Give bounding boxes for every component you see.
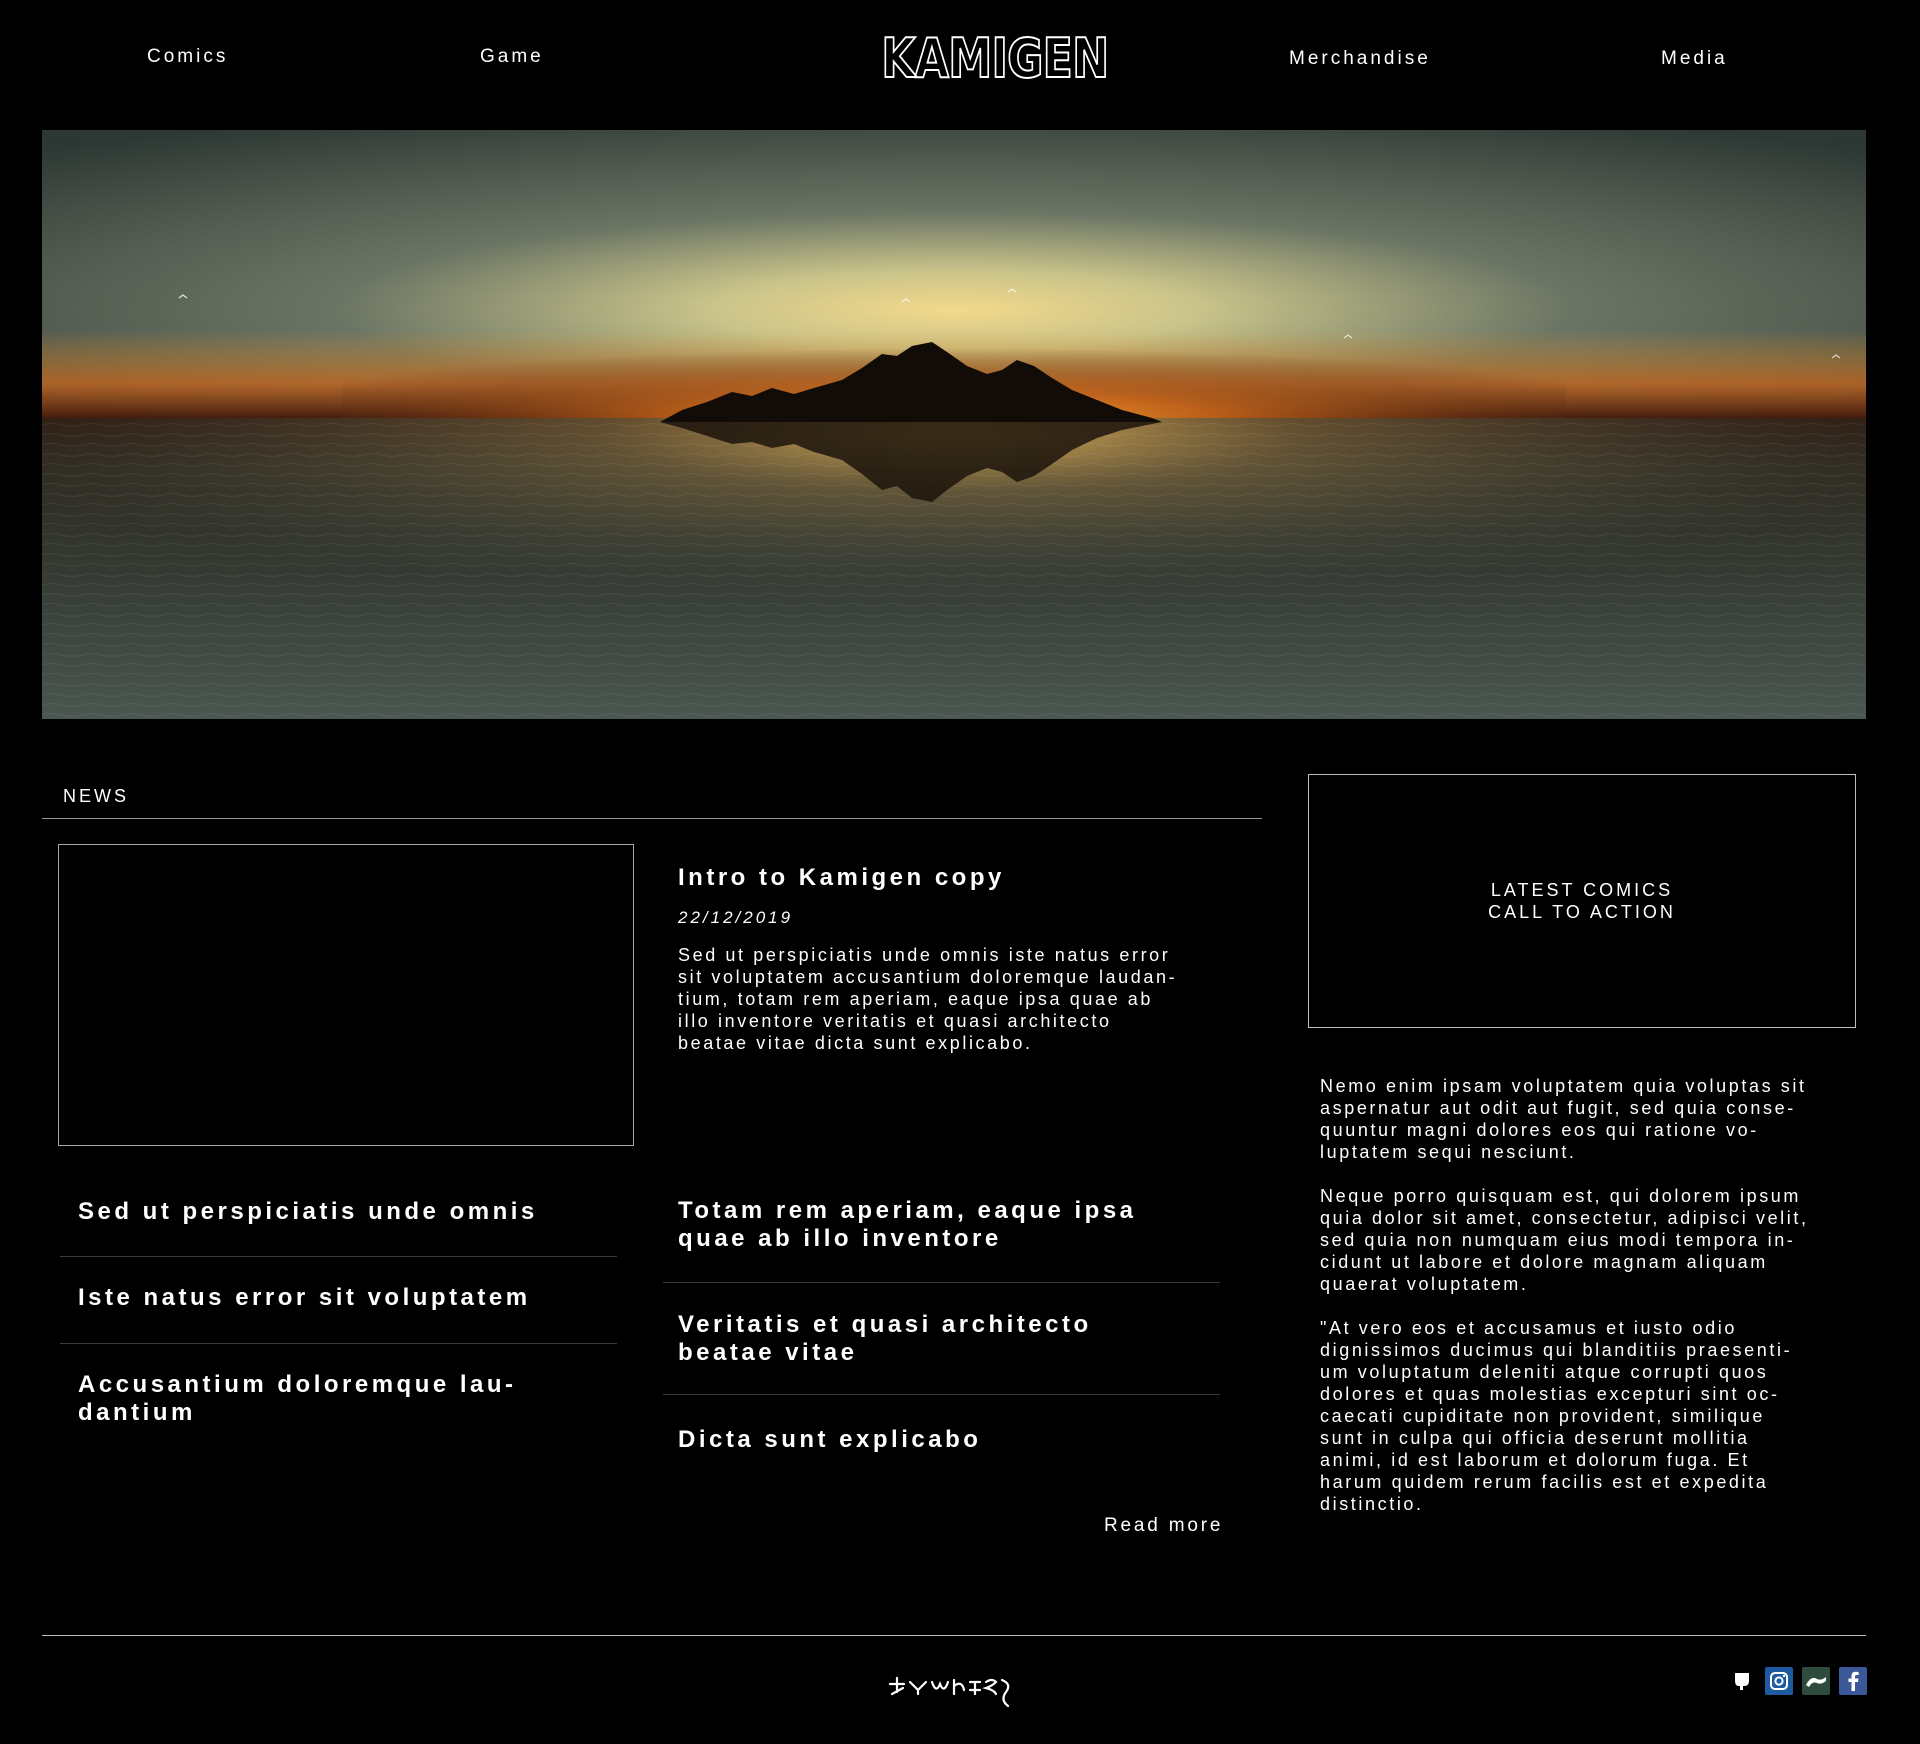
news-feature-title[interactable]: Intro to Kamigen copy [678, 864, 1005, 892]
read-more-link[interactable]: Read more [1104, 1515, 1223, 1537]
list-separator [60, 1256, 617, 1257]
instagram-icon [1770, 1672, 1788, 1690]
facebook-link[interactable] [1839, 1667, 1867, 1695]
news-list-item[interactable]: Sed ut perspiciatis unde omnis [78, 1198, 538, 1226]
nav-link-merchandise[interactable]: Merchandise [1289, 48, 1431, 70]
list-separator [663, 1394, 1220, 1395]
list-separator [60, 1343, 617, 1344]
footer-divider [42, 1635, 1866, 1636]
news-divider [42, 818, 1262, 819]
news-feature-body: Sed ut perspiciatis unde omnis iste natu… [678, 945, 1178, 1053]
news-list-item[interactable]: Dicta sunt explicabo [678, 1426, 981, 1454]
nav-link-media[interactable]: Media [1661, 48, 1728, 70]
sidebar-paragraph: Nemo enim ipsam voluptatem quia voluptas… [1320, 1076, 1807, 1162]
nav-link-comics[interactable]: Comics [147, 46, 228, 68]
footer-logo-glyphs[interactable] [888, 1670, 1018, 1710]
news-section-label: NEWS [63, 786, 129, 806]
patreon-link[interactable] [1728, 1667, 1756, 1695]
news-feature-image-placeholder[interactable] [58, 844, 634, 1146]
facebook-icon [1848, 1671, 1859, 1691]
list-separator [663, 1282, 1220, 1283]
latest-comics-cta[interactable]: LATEST COMICS CALL TO ACTION [1308, 774, 1856, 1028]
news-list-item[interactable]: Veritatis et quasi architecto beatae vit… [678, 1311, 1092, 1367]
news-list-item[interactable]: Iste natus error sit voluptatem [78, 1284, 531, 1312]
instagram-link[interactable] [1765, 1667, 1793, 1695]
sidebar-paragraph: Neque porro quisquam est, qui dolorem ip… [1320, 1186, 1809, 1294]
deviantart-link[interactable] [1802, 1667, 1830, 1695]
hero-banner [42, 130, 1866, 719]
footer-logo-icon [888, 1676, 1010, 1708]
sidebar-paragraph: "At vero eos et accusamus et iusto odio … [1320, 1318, 1793, 1514]
cta-line: CALL TO ACTION [1488, 902, 1676, 922]
news-list-item[interactable]: Totam rem aperiam, eaque ipsa quae ab il… [678, 1197, 1137, 1253]
news-list-item[interactable]: Accusantium doloremque lau- dantium [78, 1371, 517, 1427]
deviantart-icon [1806, 1677, 1826, 1687]
sunset-island-image [42, 130, 1866, 719]
nav-link-game[interactable]: Game [480, 46, 544, 68]
news-feature-date: 22/12/2019 [678, 908, 794, 927]
site-logo[interactable]: KAMIGEN [880, 29, 1109, 89]
patreon-icon [1735, 1673, 1749, 1690]
cta-line: LATEST COMICS [1490, 880, 1674, 900]
